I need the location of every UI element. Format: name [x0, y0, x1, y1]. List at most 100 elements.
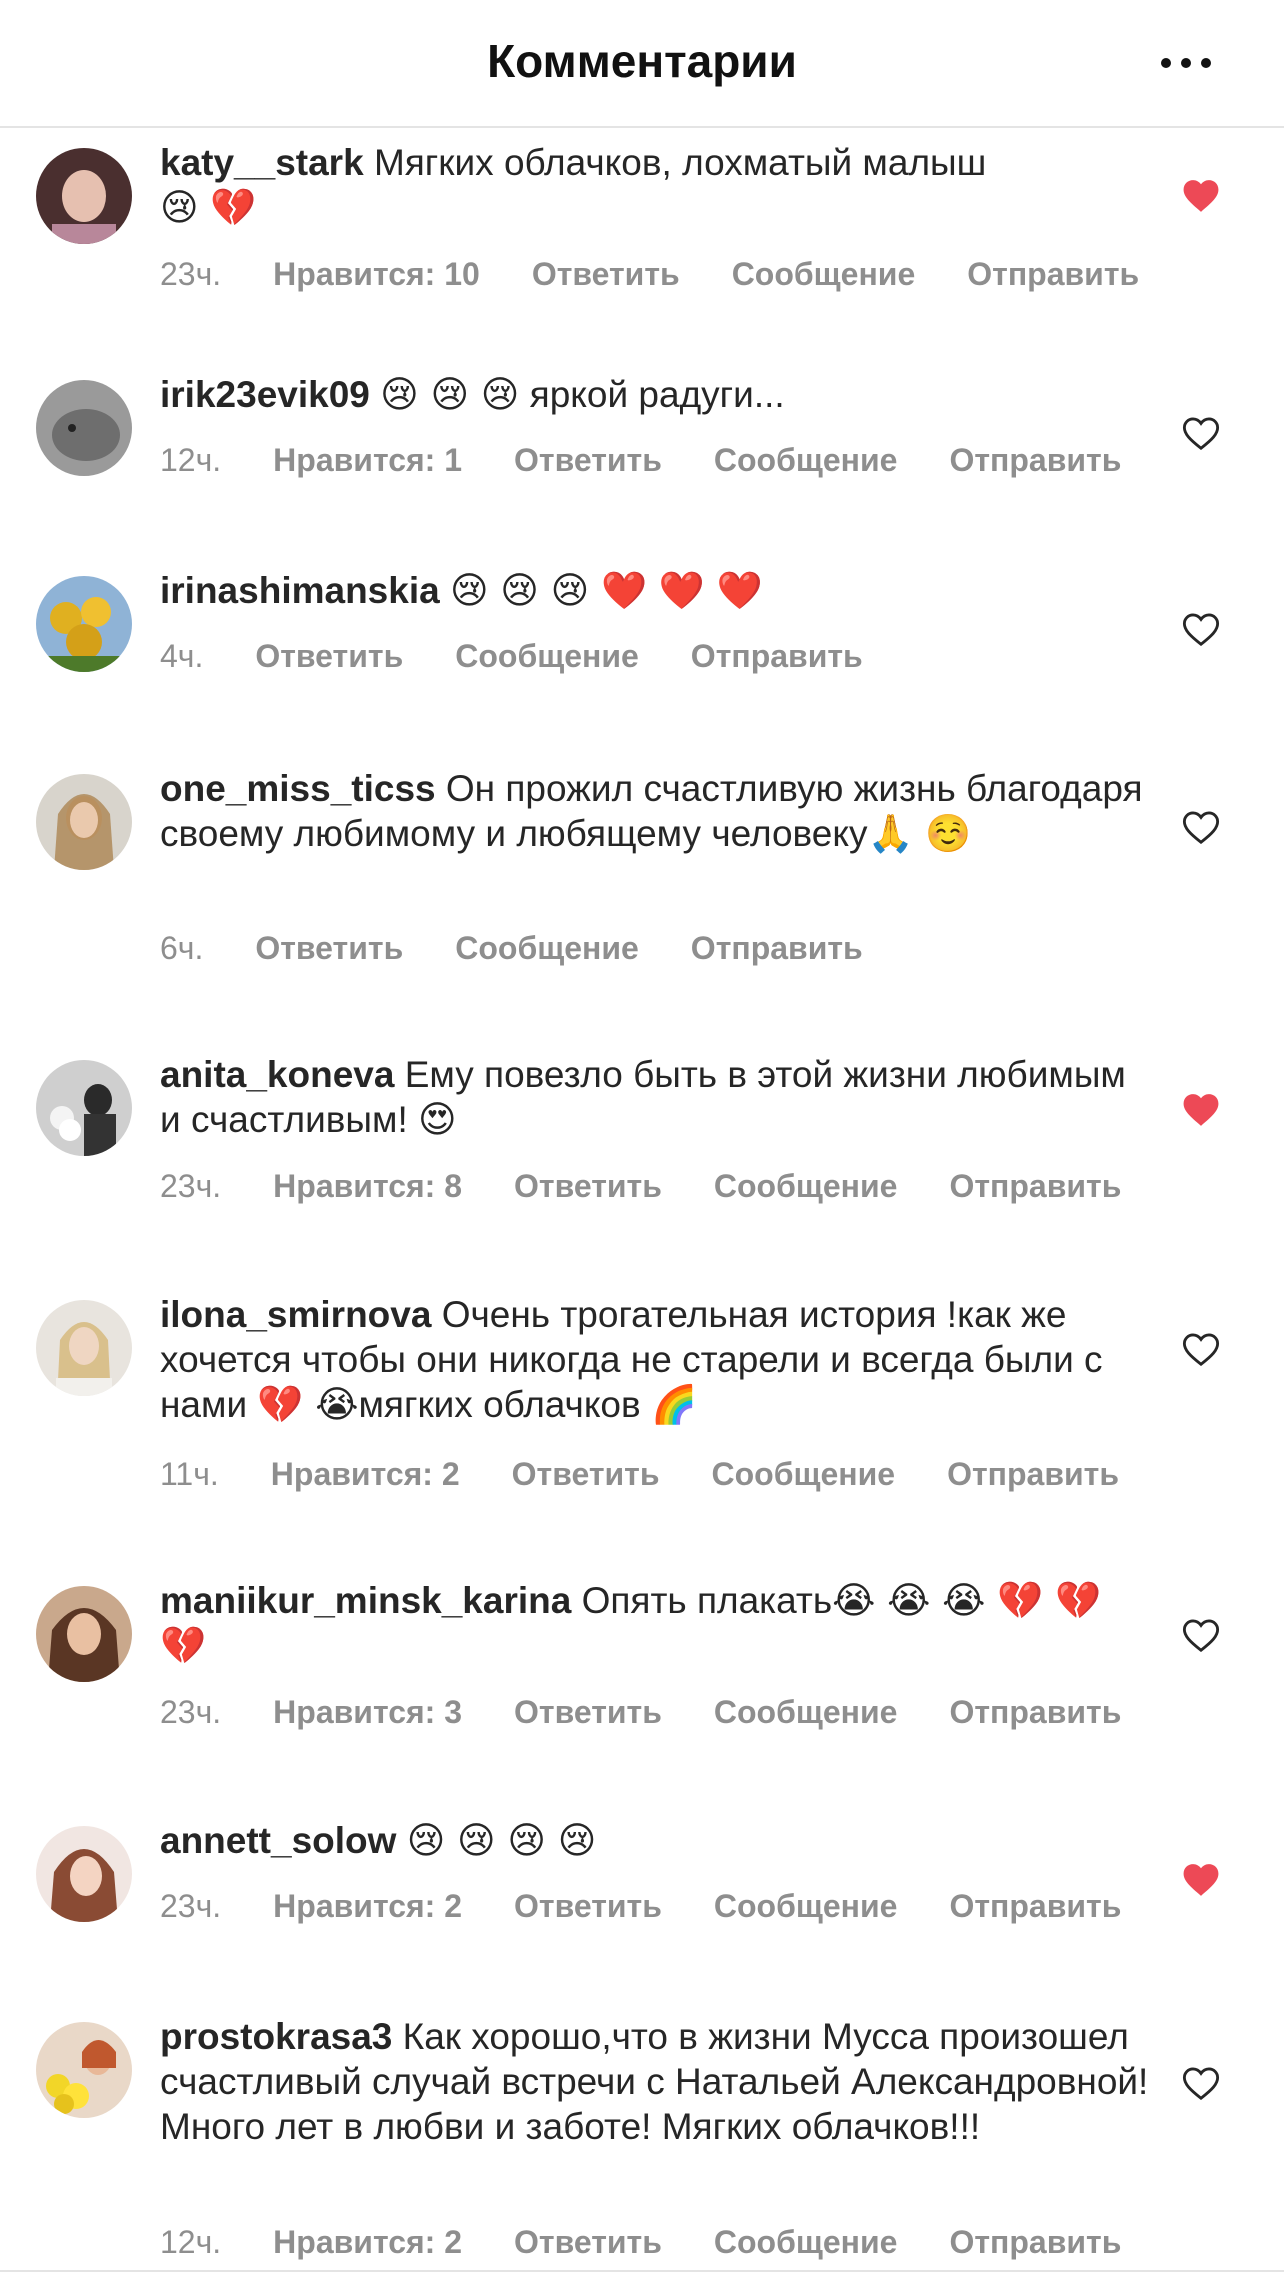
comment-emoji: 🙏 ☺️ [867, 812, 972, 855]
likes-count[interactable]: Нравится: 3 [273, 1694, 462, 1731]
message-button[interactable]: Сообщение [732, 256, 916, 293]
heart-outline-icon[interactable] [1182, 612, 1220, 648]
comment-body: ilona_smirnova Очень трогательная истори… [160, 1292, 1150, 1427]
comment-time: 23ч. [160, 1168, 222, 1204]
reply-button[interactable]: Ответить [514, 2224, 662, 2261]
message-button[interactable]: Сообщение [712, 1456, 896, 1493]
avatar[interactable] [36, 774, 132, 870]
comment-meta: 23ч. Нравится: 10 Ответить Сообщение Отправи… [160, 256, 1191, 293]
comment-meta: 23ч. Нравится: 8 Ответить Сообщение Отправит… [160, 1168, 1173, 1205]
message-button[interactable]: Сообщение [714, 1694, 898, 1731]
message-button[interactable]: Сообщение [714, 2224, 898, 2261]
send-button[interactable]: Отправить [967, 256, 1139, 293]
comment-meta: 12ч. Нравится: 2 Ответить Сообщение Отправит… [160, 2224, 1173, 2261]
avatar[interactable] [36, 1586, 132, 1682]
likes-count[interactable]: Нравится: 2 [273, 2224, 462, 2261]
send-button[interactable]: Отправить [947, 1456, 1119, 1493]
liked-heart-icon[interactable] [1182, 1862, 1220, 1898]
comment-body: irinashimanskia 😢 😢 😢 ❤️ ❤️ ❤️ [160, 568, 1150, 613]
comment-meta: 4ч. Ответить Сообщение Отправить [160, 638, 915, 675]
divider [0, 2270, 1284, 2272]
send-button[interactable]: Отправить [949, 2224, 1121, 2261]
comment-body: anita_koneva Ему повезло быть в этой жиз… [160, 1052, 1150, 1142]
username[interactable]: prostokrasa3 [160, 2016, 392, 2057]
reply-button[interactable]: Ответить [514, 1168, 662, 1205]
comment-meta: 23ч. Нравится: 2 Ответить Сообщение Отправит… [160, 1888, 1173, 1925]
message-button[interactable]: Сообщение [714, 442, 898, 479]
avatar[interactable] [36, 1060, 132, 1156]
comment-emoji: 😢 😢 😢 [380, 373, 520, 416]
page-title: Комментарии [487, 35, 797, 87]
liked-heart-icon[interactable] [1182, 1092, 1220, 1128]
comment-text-after: мягких облачков 🌈 [358, 1384, 698, 1425]
heart-outline-icon[interactable] [1182, 1332, 1220, 1368]
reply-button[interactable]: Ответить [514, 442, 662, 479]
comment-meta: 11ч. Нравится: 2 Ответить Сообщение Отправит… [160, 1456, 1171, 1493]
comment-text: Опять плакать [581, 1580, 833, 1621]
send-button[interactable]: Отправить [691, 930, 863, 967]
comment-body: annett_solow 😢 😢 😢 😢 [160, 1818, 1150, 1863]
comment-time: 12ч. [160, 2224, 222, 2260]
top-bar: Комментарии [0, 0, 1284, 128]
comment-text: Мягких облачков, лохматый малыш [373, 142, 987, 183]
comment-time: 23ч. [160, 1694, 222, 1730]
avatar[interactable] [36, 380, 132, 476]
avatar[interactable] [36, 1300, 132, 1396]
comment-time: 6ч. [160, 930, 204, 966]
more-options-icon[interactable] [1158, 50, 1214, 76]
send-button[interactable]: Отправить [949, 1888, 1121, 1925]
reply-button[interactable]: Ответить [512, 1456, 660, 1493]
username[interactable]: irinashimanskia [160, 570, 440, 611]
send-button[interactable]: Отправить [949, 1168, 1121, 1205]
send-button[interactable]: Отправить [949, 442, 1121, 479]
comment-time: 12ч. [160, 442, 222, 478]
avatar[interactable] [36, 576, 132, 672]
comment-text: яркой радуги... [529, 374, 785, 415]
comment-emoji: 😢 💔 [160, 186, 257, 229]
comment-meta: 6ч. Ответить Сообщение Отправить [160, 930, 915, 967]
reply-button[interactable]: Ответить [532, 256, 680, 293]
message-button[interactable]: Сообщение [714, 1888, 898, 1925]
comment-emoji: 😢 😢 😢 😢 [406, 1819, 597, 1862]
send-button[interactable]: Отправить [949, 1694, 1121, 1731]
username[interactable]: annett_solow [160, 1820, 396, 1861]
username[interactable]: irik23evik09 [160, 374, 370, 415]
likes-count[interactable]: Нравится: 2 [271, 1456, 460, 1493]
comment-time: 23ч. [160, 1888, 222, 1924]
heart-outline-icon[interactable] [1182, 416, 1220, 452]
reply-button[interactable]: Ответить [514, 1694, 662, 1731]
reply-button[interactable]: Ответить [255, 930, 403, 967]
comment-body: maniikur_minsk_karina Опять плакать😭 😭 😭… [160, 1578, 1150, 1668]
reply-button[interactable]: Ответить [514, 1888, 662, 1925]
likes-count[interactable]: Нравится: 2 [273, 1888, 462, 1925]
reply-button[interactable]: Ответить [255, 638, 403, 675]
heart-outline-icon[interactable] [1182, 2066, 1220, 2102]
message-button[interactable]: Сообщение [455, 638, 639, 675]
avatar[interactable] [36, 1826, 132, 1922]
comment-emoji: 😍 [418, 1098, 457, 1141]
username[interactable]: anita_koneva [160, 1054, 394, 1095]
message-button[interactable]: Сообщение [714, 1168, 898, 1205]
likes-count[interactable]: Нравится: 1 [273, 442, 462, 479]
avatar[interactable] [36, 148, 132, 244]
comment-body: irik23evik09 😢 😢 😢 яркой радуги... [160, 372, 1150, 417]
username[interactable]: ilona_smirnova [160, 1294, 431, 1335]
message-button[interactable]: Сообщение [455, 930, 639, 967]
comment-time: 23ч. [160, 256, 222, 292]
send-button[interactable]: Отправить [691, 638, 863, 675]
comment-body: katy__stark Мягких облачков, лохматый ма… [160, 140, 1150, 230]
likes-count[interactable]: Нравится: 8 [273, 1168, 462, 1205]
comment-meta: 23ч. Нравится: 3 Ответить Сообщение Отправит… [160, 1694, 1173, 1731]
heart-outline-icon[interactable] [1182, 1618, 1220, 1654]
likes-count[interactable]: Нравится: 10 [273, 256, 480, 293]
comment-time: 11ч. [160, 1456, 219, 1492]
username[interactable]: maniikur_minsk_karina [160, 1580, 571, 1621]
comment-emoji: 💔 😭 [257, 1383, 359, 1426]
heart-outline-icon[interactable] [1182, 810, 1220, 846]
username[interactable]: one_miss_ticss [160, 768, 436, 809]
username[interactable]: katy__stark [160, 142, 364, 183]
liked-heart-icon[interactable] [1182, 178, 1220, 214]
avatar[interactable] [36, 2022, 132, 2118]
comment-emoji: 😢 😢 😢 ❤️ ❤️ ❤️ [449, 569, 763, 612]
comment-body: one_miss_ticss Он прожил счастливую жизн… [160, 766, 1150, 856]
